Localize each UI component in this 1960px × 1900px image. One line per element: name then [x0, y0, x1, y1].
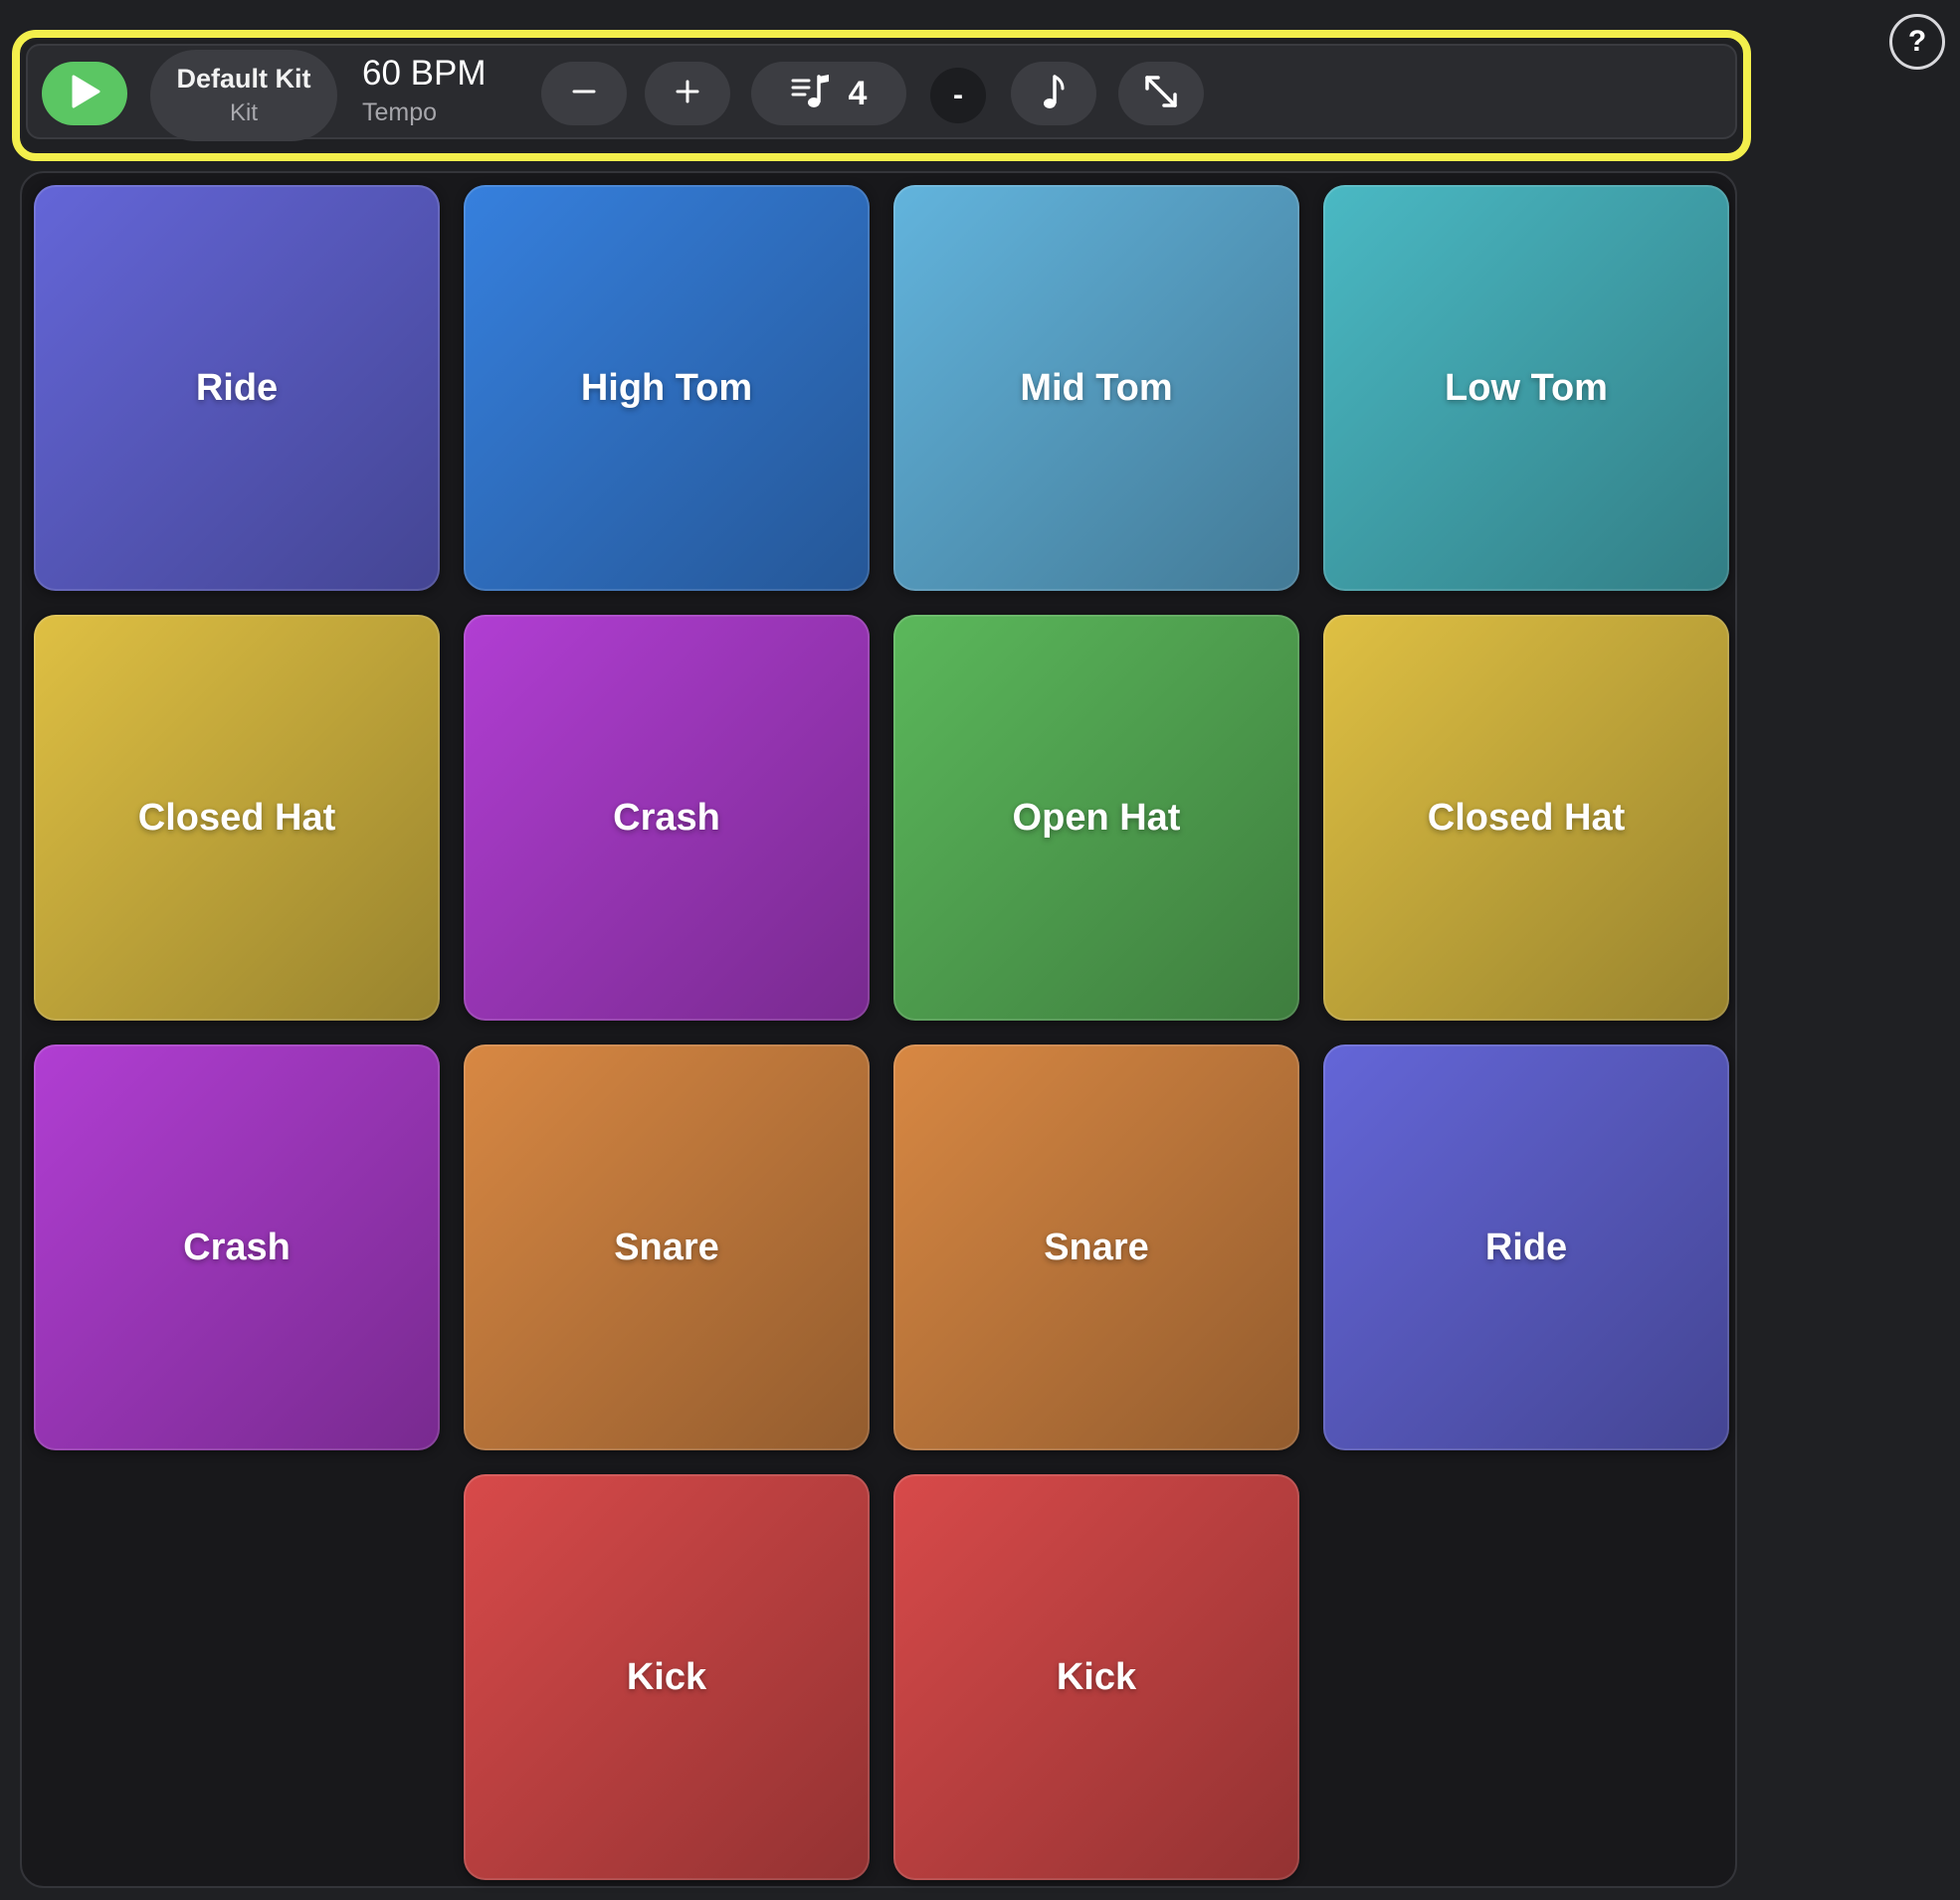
dash-label: -	[953, 79, 963, 111]
kit-name: Default Kit	[176, 64, 311, 95]
tempo-label: Tempo	[362, 98, 438, 126]
pad-kick[interactable]: Kick	[464, 1474, 870, 1880]
plus-icon	[675, 79, 700, 108]
pad-label: Mid Tom	[1020, 366, 1173, 409]
pad-grid: Ride High Tom Mid Tom Low Tom Closed Hat Cras…	[34, 185, 1729, 1880]
toolbar: Default Kit Kit 60 BPM Tempo 4 -	[26, 44, 1737, 141]
pad-crash[interactable]: Crash	[464, 615, 870, 1021]
pad-label: Low Tom	[1445, 366, 1608, 409]
help-button[interactable]: ?	[1889, 14, 1945, 70]
pad-snare[interactable]: Snare	[893, 1045, 1299, 1450]
empty-pad-slot	[1323, 1474, 1729, 1880]
play-icon	[68, 74, 101, 113]
pad-label: Ride	[1484, 1226, 1568, 1268]
empty-pad-slot	[34, 1474, 440, 1880]
drum-machine-app: Default Kit Kit 60 BPM Tempo 4 - ? Ride …	[0, 0, 1960, 1900]
pad-closed-hat[interactable]: Closed Hat	[34, 615, 440, 1021]
pad-label: Open Hat	[1012, 796, 1181, 839]
pad-crash[interactable]: Crash	[34, 1045, 440, 1450]
beats-per-bar-icon	[791, 73, 831, 114]
pad-label: Closed Hat	[1427, 796, 1626, 839]
tempo-increase-button[interactable]	[645, 62, 730, 125]
subdivision-button[interactable]: -	[930, 68, 986, 123]
pad-high-tom[interactable]: High Tom	[464, 185, 870, 591]
help-label: ?	[1907, 25, 1927, 58]
pad-closed-hat[interactable]: Closed Hat	[1323, 615, 1729, 1021]
minus-icon	[571, 79, 597, 108]
pad-label: Kick	[626, 1655, 707, 1698]
tempo-display: 60 BPM Tempo	[362, 56, 521, 135]
kit-label: Kit	[229, 98, 258, 126]
pad-label: High Tom	[580, 366, 753, 409]
pad-ride[interactable]: Ride	[34, 185, 440, 591]
pad-mid-tom[interactable]: Mid Tom	[893, 185, 1299, 591]
pad-label: Ride	[195, 366, 279, 409]
tempo-value: 60 BPM	[362, 54, 487, 93]
pad-snare[interactable]: Snare	[464, 1045, 870, 1450]
pad-label: Kick	[1056, 1655, 1137, 1698]
pad-label: Snare	[1044, 1226, 1149, 1268]
music-note-icon	[1041, 73, 1067, 114]
beats-per-bar-button[interactable]: 4	[751, 62, 906, 125]
expand-arrows-icon	[1142, 73, 1180, 114]
pad-open-hat[interactable]: Open Hat	[893, 615, 1299, 1021]
pad-label: Closed Hat	[137, 796, 336, 839]
pad-panel: Ride High Tom Mid Tom Low Tom Closed Hat Cras…	[20, 171, 1737, 1888]
pad-kick[interactable]: Kick	[893, 1474, 1299, 1880]
pad-label: Crash	[183, 1226, 291, 1268]
note-value-button[interactable]	[1011, 62, 1096, 125]
pad-label: Snare	[614, 1226, 719, 1268]
beats-count: 4	[848, 74, 868, 112]
pad-ride[interactable]: Ride	[1323, 1045, 1729, 1450]
pad-low-tom[interactable]: Low Tom	[1323, 185, 1729, 591]
kit-selector-button[interactable]: Default Kit Kit	[150, 50, 337, 141]
play-button[interactable]	[42, 62, 127, 125]
fullscreen-button[interactable]	[1118, 62, 1204, 125]
tempo-decrease-button[interactable]	[541, 62, 627, 125]
pad-label: Crash	[613, 796, 720, 839]
